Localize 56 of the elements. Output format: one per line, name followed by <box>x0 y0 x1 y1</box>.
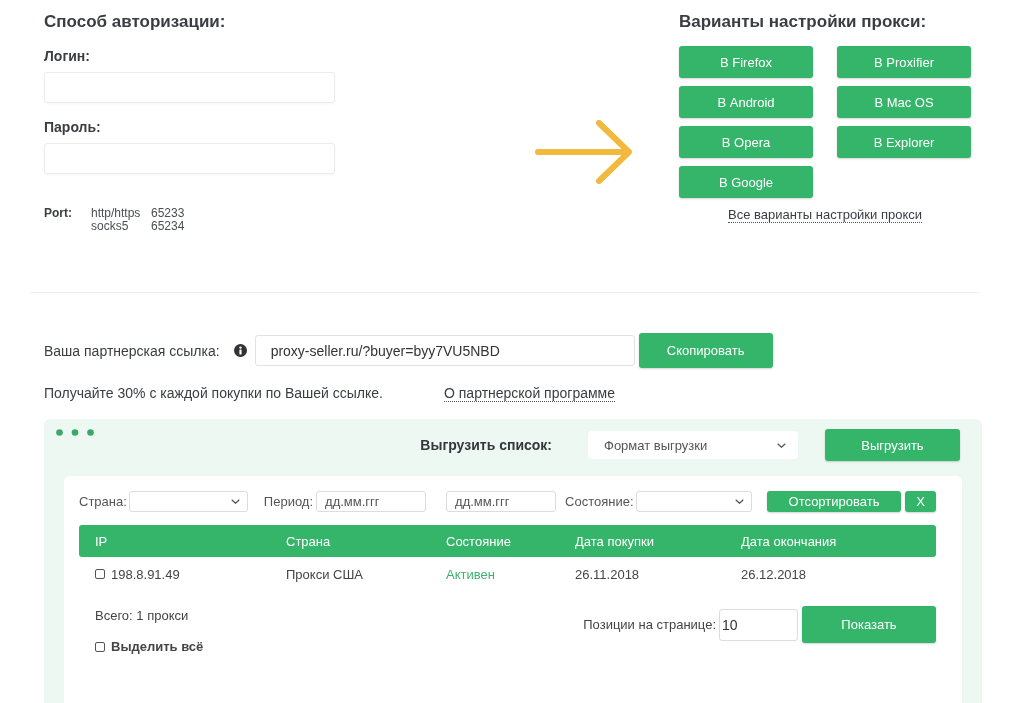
setup-button[interactable]: В Google <box>679 166 813 198</box>
info-icon[interactable] <box>233 344 247 357</box>
show-button[interactable]: Показать <box>802 606 936 643</box>
status-text: Активен <box>446 566 496 582</box>
clear-filter-button[interactable]: X <box>905 491 936 512</box>
sort-button[interactable]: Отсортировать <box>767 491 901 512</box>
export-label: Выгрузить список: <box>420 437 552 453</box>
window-dots-icon <box>56 429 94 436</box>
section-title: Варианты настройки прокси: <box>679 12 928 32</box>
chevron-down-icon <box>777 442 786 448</box>
setup-button[interactable]: В Firefox <box>679 46 813 78</box>
all-options-link[interactable]: Все варианты настройки прокси <box>727 207 923 223</box>
filter-label: Период: <box>263 494 314 509</box>
setup-button[interactable]: В Android <box>679 86 813 118</box>
total-count: Всего: 1 прокси <box>95 608 190 624</box>
table-cell-text: 26.11.2018 <box>575 566 641 582</box>
select-all-label[interactable]: Выделить всё <box>111 639 204 655</box>
per-page-label: Позиции на странице: <box>583 617 716 632</box>
table-cell: 198.8.91.49 <box>111 566 180 582</box>
per-page-field[interactable]: 10 <box>719 608 798 641</box>
column-header: Состояние <box>446 533 512 549</box>
checkbox[interactable] <box>95 569 105 579</box>
column-header: Страна <box>286 533 332 549</box>
setup-button[interactable]: В Explorer <box>837 126 971 158</box>
chevron-down-icon <box>230 499 240 504</box>
partner-link-field[interactable]: proxy-seller.ru/?buyer=byy7VU5NBD <box>254 335 635 366</box>
copy-button[interactable]: Скопировать <box>638 333 773 368</box>
setup-button[interactable]: В Proxifier <box>837 46 971 78</box>
program-link[interactable]: О партнерской программе <box>444 385 615 402</box>
column-header: Дата покупки <box>575 533 655 549</box>
status-select[interactable] <box>635 491 752 512</box>
table-cell-text: 26.12.2018 <box>741 566 808 582</box>
country-select[interactable] <box>128 491 248 512</box>
protocol-text: socks5 <box>91 220 129 233</box>
filter-label: Состояние: <box>565 494 634 509</box>
protocol-text: http/https <box>91 207 142 220</box>
column-header: IP <box>95 533 109 549</box>
table-cell-text: Прокси США <box>286 566 364 582</box>
partner-link-label: Ваша партнерская ссылка: <box>44 342 220 359</box>
port-label: Port: <box>44 207 73 222</box>
date-field[interactable]: дд.мм.ггг <box>446 491 557 512</box>
setup-button[interactable]: В Mac OS <box>837 86 971 118</box>
port-number: 65233 <box>151 207 185 220</box>
export-button[interactable]: Выгрузить <box>825 429 960 461</box>
chevron-down-icon <box>734 499 744 504</box>
section-title: Способ авторизации: <box>44 12 227 32</box>
port-number: 65234 <box>151 220 185 233</box>
partner-note: Получайте 30% с каждой покупки по Вашей ссылке. <box>44 385 384 402</box>
field-label: Пароль: <box>44 118 102 136</box>
column-header: Дата окончания <box>741 533 838 549</box>
setup-button[interactable]: В Opera <box>679 126 813 158</box>
checkbox[interactable] <box>95 642 105 652</box>
filter-label: Страна: <box>79 494 127 509</box>
format-select[interactable]: Формат выгрузки <box>588 431 798 459</box>
date-field[interactable]: дд.мм.ггг <box>316 491 427 512</box>
field-label: Логин: <box>44 47 91 65</box>
